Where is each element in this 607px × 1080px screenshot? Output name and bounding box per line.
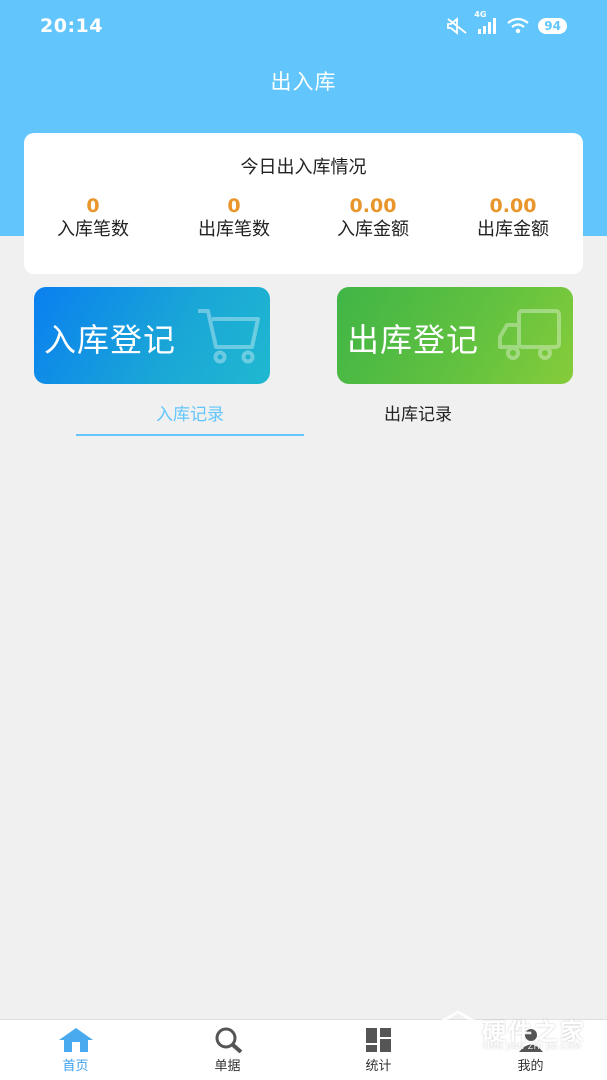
stat-value: 0 — [86, 195, 100, 217]
status-icons: 4G 94 — [446, 10, 567, 35]
stock-out-register-label: 出库登记 — [347, 321, 480, 359]
stat-stock-in-amount: 0.00 入库金额 — [313, 195, 433, 241]
watermark-logo: 硬件之家 YING JIAN ZHI JIA.COM — [436, 1008, 596, 1056]
page-title: 出入库 — [270, 70, 337, 94]
stat-value: 0 — [227, 195, 241, 217]
grid-icon — [303, 1027, 454, 1053]
signal-icon: 4G — [474, 10, 498, 35]
nav-label: 统计 — [365, 1059, 392, 1074]
nav-item-home[interactable]: 首页 — [0, 1020, 151, 1080]
stat-label: 出库金额 — [477, 219, 549, 240]
nav-label: 首页 — [62, 1059, 89, 1074]
mute-icon — [446, 17, 468, 35]
stat-label: 入库金额 — [337, 219, 409, 240]
stat-stock-out-amount: 0.00 出库金额 — [453, 195, 573, 241]
nav-item-statistics[interactable]: 统计 — [303, 1020, 454, 1080]
stat-stock-in-count: 0 入库笔数 — [33, 195, 153, 241]
cart-icon — [196, 305, 260, 369]
stat-value: 0.00 — [349, 195, 397, 217]
stat-stock-out-count: 0 出库笔数 — [174, 195, 294, 241]
tab-stock-out-records[interactable]: 出库记录 — [304, 400, 532, 430]
watermark-hexagon-icon — [437, 1010, 479, 1056]
truck-icon — [497, 305, 563, 369]
summary-title: 今日出入库情况 — [240, 157, 367, 178]
search-icon — [152, 1027, 303, 1053]
stat-label: 入库笔数 — [57, 219, 129, 240]
stock-in-register-button[interactable]: 入库登记 — [34, 287, 270, 384]
battery-icon: 94 — [538, 18, 567, 34]
stock-out-register-button[interactable]: 出库登记 — [337, 287, 573, 384]
tab-stock-in-records[interactable]: 入库记录 — [76, 400, 304, 436]
status-bar: 20:14 4G 94 — [0, 0, 607, 52]
wifi-icon — [506, 17, 530, 35]
home-icon — [0, 1027, 151, 1053]
network-label: 4G — [474, 10, 487, 19]
stat-value: 0.00 — [489, 195, 537, 217]
nav-label: 单据 — [214, 1059, 241, 1074]
nav-item-documents[interactable]: 单据 — [152, 1020, 303, 1080]
stat-label: 出库笔数 — [198, 219, 270, 240]
stock-in-register-label: 入库登记 — [44, 321, 177, 359]
status-time: 20:14 — [40, 15, 103, 37]
summary-card: 今日出入库情况 0 入库笔数 0 出库笔数 0.00 入库金额 0.00 出库金… — [24, 133, 583, 274]
watermark-subtext: YING JIAN ZHI JIA.COM — [482, 1042, 581, 1051]
record-tabs: 入库记录 出库记录 — [0, 400, 607, 440]
nav-label: 我的 — [517, 1059, 544, 1074]
